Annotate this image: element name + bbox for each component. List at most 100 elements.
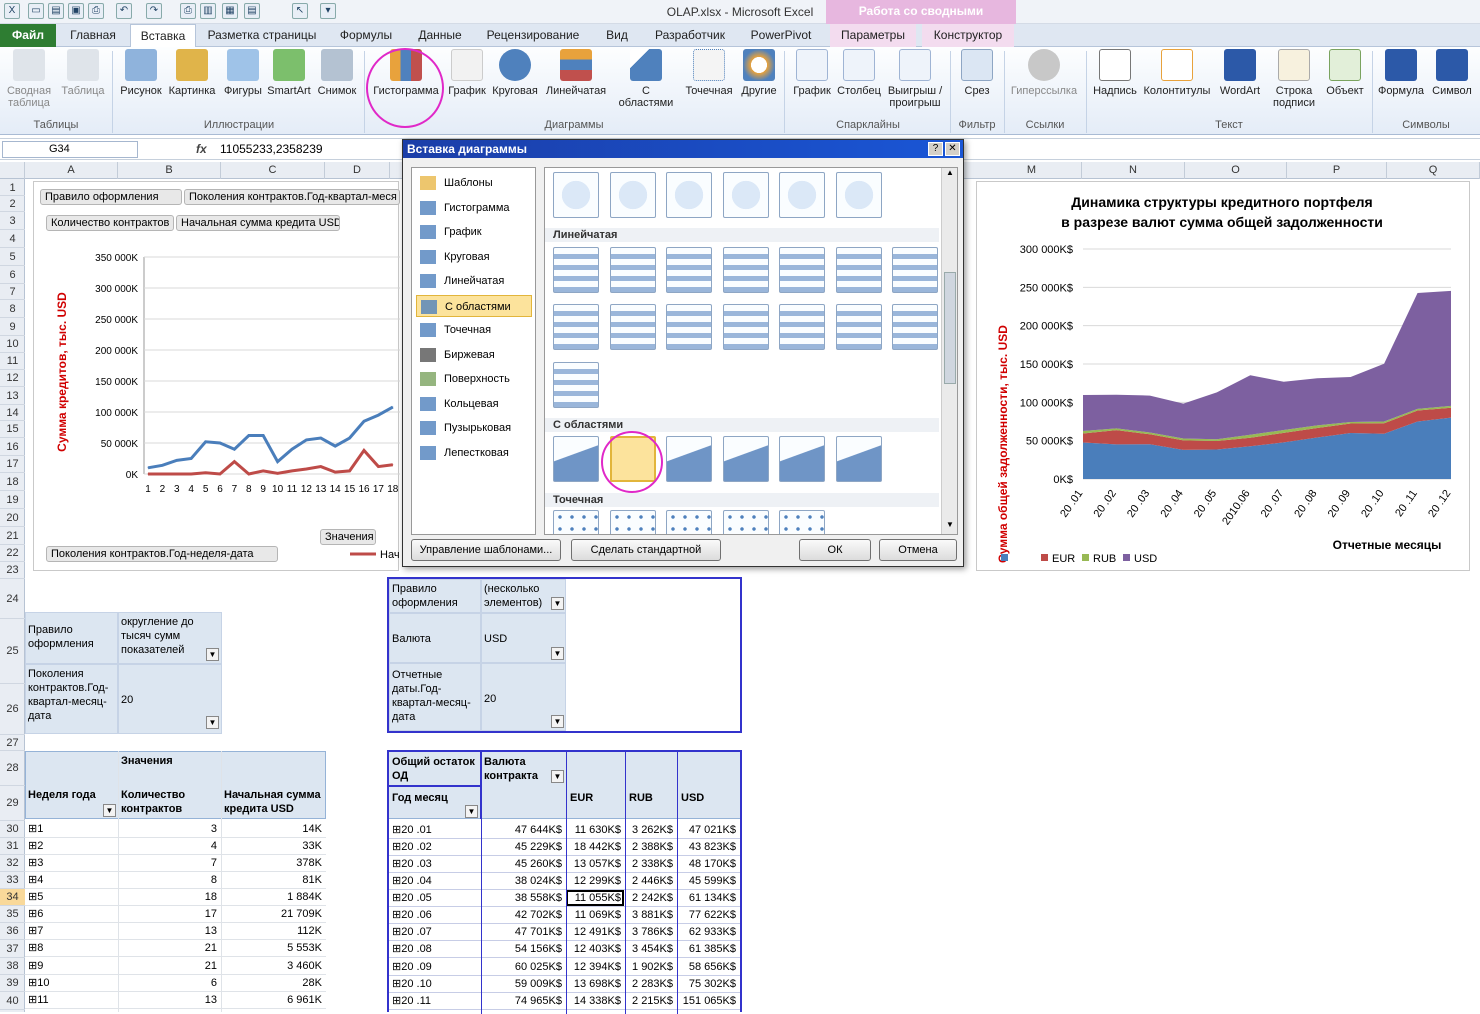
textbox-button[interactable]: Надпись <box>1090 49 1140 97</box>
row-header-29[interactable]: 29 <box>0 786 25 821</box>
header-footer-button[interactable]: Колонтитулы <box>1142 49 1212 97</box>
left-series-line-2[interactable] <box>148 448 393 476</box>
pivot-right-month[interactable]: ⊞20 .06 <box>389 907 479 923</box>
row-header-16[interactable]: 16 <box>0 438 25 456</box>
tab-data[interactable]: Данные <box>410 24 470 47</box>
row-header-3[interactable]: 3 <box>0 212 25 230</box>
area-chart-button[interactable]: С областями <box>616 49 676 109</box>
row-header-11[interactable]: 11 <box>0 353 25 370</box>
chart-category-11[interactable]: Пузырьковая <box>416 417 532 439</box>
ok-button[interactable]: ОК <box>799 539 871 561</box>
cancel-button[interactable]: Отмена <box>879 539 957 561</box>
chart-category-2[interactable]: Гистограмма <box>416 197 532 219</box>
chart-subtype-pie-4-icon[interactable] <box>722 172 769 218</box>
row-header-15[interactable]: 15 <box>0 421 25 438</box>
chart-subtype-area-4-icon[interactable] <box>722 436 769 482</box>
col-field-dropdown-icon[interactable]: ▼ <box>551 770 564 783</box>
chart-subtype-scatter-3-icon[interactable] <box>666 510 712 534</box>
manage-templates-button[interactable]: Управление шаблонами... <box>411 539 561 561</box>
row-header-10[interactable]: 10 <box>0 336 25 353</box>
tab-formulas[interactable]: Формулы <box>330 24 402 47</box>
pivot-left-week[interactable]: ⊞1 <box>25 821 117 837</box>
chart-subtype-bar-3-icon[interactable] <box>666 247 712 293</box>
chart-category-12[interactable]: Лепестковая <box>416 442 532 464</box>
chart-subtype-bar2-7-icon[interactable] <box>892 304 938 350</box>
chart-subtype-scatter-5-icon[interactable] <box>779 510 825 534</box>
pivot-left-week[interactable]: ⊞5 <box>25 889 117 905</box>
row-header-34[interactable]: 34 <box>0 889 25 906</box>
pivot-right-month[interactable]: ⊞20 .05 <box>389 890 479 906</box>
row-header-25[interactable]: 25 <box>0 619 25 684</box>
screenshot-button[interactable]: Снимок <box>314 49 360 97</box>
picture-button[interactable]: Рисунок <box>118 49 164 97</box>
row-header-39[interactable]: 39 <box>0 975 25 992</box>
chart-subtype-bar-7-icon[interactable] <box>892 247 938 293</box>
chart-subtype-bar2-3-icon[interactable] <box>666 304 712 350</box>
col-header-o[interactable]: O <box>1185 162 1287 179</box>
fx-icon[interactable]: fx <box>196 142 207 156</box>
table-button[interactable]: Таблица <box>58 49 108 97</box>
row-header-4[interactable]: 4 <box>0 230 25 248</box>
pivot-right-month[interactable]: ⊞20 .03 <box>389 856 479 872</box>
signature-line-button[interactable]: Строка подписи <box>1268 49 1320 109</box>
chart-subtype-pie-5-icon[interactable] <box>779 172 825 218</box>
tab-pivot-design[interactable]: Конструктор <box>922 24 1014 47</box>
row-header-9[interactable]: 9 <box>0 318 25 336</box>
formula-input[interactable]: 11055233,2358239 <box>220 142 323 156</box>
row-field-dropdown-icon[interactable]: ▼ <box>465 805 478 818</box>
left-series-line-1[interactable] <box>147 405 394 470</box>
pivot-left-week[interactable]: ⊞6 <box>25 906 117 922</box>
left-chart[interactable]: Правило оформления Поколения контрактов.… <box>33 181 400 571</box>
pivot-right-month[interactable]: ⊞20 .09 <box>389 959 479 975</box>
chart-subtype-bar2-2-icon[interactable] <box>609 304 656 350</box>
bar-chart-button[interactable]: Линейчатая <box>542 49 610 97</box>
row-header-32[interactable]: 32 <box>0 855 25 872</box>
filter-rule-dropdown-icon[interactable]: ▼ <box>206 648 219 661</box>
chart-category-1[interactable]: Шаблоны <box>416 172 532 194</box>
col-header-q[interactable]: Q <box>1387 162 1480 179</box>
pivot-left-week[interactable]: ⊞7 <box>25 923 117 939</box>
wordart-button[interactable]: WordArt <box>1214 49 1266 97</box>
chart-subtype-bar-5-icon[interactable] <box>779 247 825 293</box>
row-header-18[interactable]: 18 <box>0 473 25 491</box>
chart-subtype-bar-4-icon[interactable] <box>722 247 769 293</box>
chart-subtype-pie-1-icon[interactable] <box>553 172 599 218</box>
tab-insert[interactable]: Вставка <box>130 24 196 47</box>
clipart-button[interactable]: Картинка <box>166 49 218 97</box>
chart-subtype-area-5-icon[interactable] <box>779 436 825 482</box>
chart-subtype-area-1-icon[interactable] <box>553 436 599 482</box>
right-chart[interactable]: Динамика структуры кредитного портфеля в… <box>976 181 1470 571</box>
col-header-n[interactable]: N <box>1082 162 1185 179</box>
row-header-24[interactable]: 24 <box>0 579 25 619</box>
tab-developer[interactable]: Разработчик <box>646 24 734 47</box>
row-header-8[interactable]: 8 <box>0 300 25 318</box>
tab-review[interactable]: Рецензирование <box>478 24 588 47</box>
pie-chart-button[interactable]: Круговая <box>490 49 540 97</box>
pivot-left-week[interactable]: ⊞3 <box>25 855 117 871</box>
col-header-d[interactable]: D <box>325 162 390 179</box>
tab-powerpivot[interactable]: PowerPivot <box>742 24 820 47</box>
row-header-6[interactable]: 6 <box>0 266 25 284</box>
filter-generation-dropdown-icon[interactable]: ▼ <box>206 716 219 729</box>
pivot-right-month[interactable]: ⊞20 .08 <box>389 941 479 957</box>
sparkline-column-button[interactable]: Столбец <box>836 49 882 97</box>
pivot-left-week[interactable]: ⊞11 <box>25 992 117 1008</box>
pivot-left-week[interactable]: ⊞2 <box>25 838 117 854</box>
pivot-left-week[interactable]: ⊞4 <box>25 872 117 888</box>
other-charts-button[interactable]: Другие <box>738 49 780 97</box>
col-header-m[interactable]: M <box>982 162 1082 179</box>
object-button[interactable]: Объект <box>1322 49 1368 97</box>
row-header-30[interactable]: 30 <box>0 821 25 838</box>
row-header-33[interactable]: 33 <box>0 872 25 889</box>
gallery-scrollbar[interactable]: ▲ ▼ <box>941 168 957 534</box>
hyperlink-button[interactable]: Гиперссылка <box>1008 49 1080 97</box>
chart-subtype-area-6-icon[interactable] <box>835 436 882 482</box>
chart-subtype-scatter-2-icon[interactable] <box>609 510 656 534</box>
tab-view[interactable]: Вид <box>596 24 638 47</box>
rfilter-currency-dropdown-icon[interactable]: ▼ <box>551 647 564 660</box>
scroll-up-icon[interactable]: ▲ <box>944 168 956 182</box>
row-header-37[interactable]: 37 <box>0 940 25 958</box>
pivot-left-week[interactable]: ⊞8 <box>25 940 117 956</box>
pivot-table-button[interactable]: Сводная таблица <box>4 49 54 109</box>
chart-subtype-scatter-1-icon[interactable] <box>553 510 599 534</box>
